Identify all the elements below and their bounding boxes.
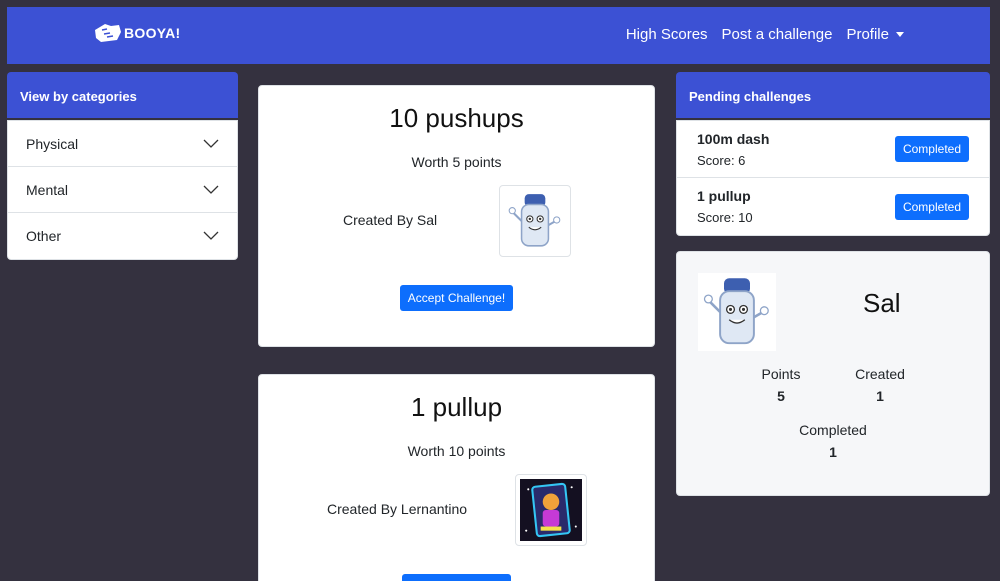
brand-logo[interactable]: BOOYA!	[93, 22, 181, 44]
pending-header: Pending challenges	[676, 72, 990, 118]
category-mental[interactable]: Mental	[8, 167, 237, 213]
nav-high-scores[interactable]: High Scores	[626, 26, 708, 43]
pending-list: 100m dash Score: 6 Completed 1 pullup Sc…	[676, 120, 990, 236]
booya-logo-icon	[95, 24, 121, 42]
pending-name: 100m dash	[697, 130, 770, 147]
salt-shaker-avatar	[703, 278, 769, 345]
stat-label: Created	[855, 366, 905, 382]
challenge-worth: Worth 10 points	[407, 443, 506, 459]
completed-button[interactable]: Completed	[894, 136, 969, 162]
pending-score: Score: 10	[697, 210, 753, 225]
challenge-card: 1 pullup Worth 10 points Created By Lern…	[258, 374, 655, 581]
pending-item: 100m dash Score: 6 Completed	[677, 121, 989, 178]
nav-profile-dropdown[interactable]: Profile	[846, 26, 904, 43]
challenge-creator: Created By Sal	[343, 212, 438, 228]
creator-avatar	[499, 185, 571, 257]
stat-label: Completed	[799, 422, 867, 438]
top-navbar: BOOYA! High Scores Post a challenge Prof…	[7, 7, 990, 64]
category-label: Other	[26, 228, 62, 244]
categories-list: Physical Mental Other	[7, 120, 238, 260]
profile-avatar	[698, 273, 776, 351]
pending-panel: Pending challenges 100m dash Score: 6 Co…	[676, 72, 990, 236]
chevron-down-icon	[203, 231, 219, 240]
accept-challenge-button[interactable]: Accept Challenge!	[399, 285, 514, 311]
pending-item: 1 pullup Score: 10 Completed	[677, 178, 989, 235]
brand-text: BOOYA!	[124, 25, 181, 41]
nav-post-challenge[interactable]: Post a challenge	[722, 26, 833, 43]
chevron-down-icon	[203, 139, 219, 148]
category-other[interactable]: Other	[8, 213, 237, 259]
category-physical[interactable]: Physical	[8, 121, 237, 167]
stat-completed: Completed 1	[793, 422, 873, 460]
pending-score: Score: 6	[697, 152, 746, 168]
challenge-creator: Created By Lernantino	[327, 501, 468, 517]
category-label: Physical	[26, 135, 79, 152]
accept-challenge-button[interactable]	[401, 574, 512, 581]
stat-points: Points 5	[759, 366, 803, 404]
chevron-down-icon	[203, 185, 219, 194]
caret-down-icon	[896, 32, 904, 37]
challenge-creator-row: Created By Sal	[259, 185, 654, 257]
nav-links: High Scores Post a challenge Profile	[626, 26, 904, 43]
challenge-worth: Worth 5 points	[411, 154, 502, 170]
stat-label: Points	[761, 366, 801, 382]
challenge-title: 10 pushups	[389, 103, 524, 133]
nav-profile-label: Profile	[846, 26, 889, 43]
pending-name: 1 pullup	[697, 188, 751, 204]
creator-avatar	[515, 474, 587, 546]
stat-value: 1	[876, 388, 884, 404]
category-label: Mental	[26, 181, 69, 198]
challenge-card: 10 pushups Worth 5 points Created By Sal…	[258, 85, 655, 347]
profile-name: Sal	[863, 288, 901, 318]
challenge-title: 1 pullup	[410, 392, 503, 422]
stat-created: Created 1	[849, 366, 911, 404]
stat-value: 5	[777, 388, 785, 404]
salt-shaker-avatar	[508, 194, 561, 247]
stat-value: 1	[829, 444, 837, 460]
challenge-creator-row: Created By Lernantino	[259, 474, 654, 546]
completed-button[interactable]: Completed	[894, 193, 969, 220]
profile-card: Sal Points 5 Created 1 Completed 1	[676, 251, 990, 496]
categories-header: View by categories	[7, 72, 238, 118]
categories-panel: View by categories Physical Mental Other	[7, 72, 238, 260]
neon-card-avatar	[520, 479, 582, 541]
